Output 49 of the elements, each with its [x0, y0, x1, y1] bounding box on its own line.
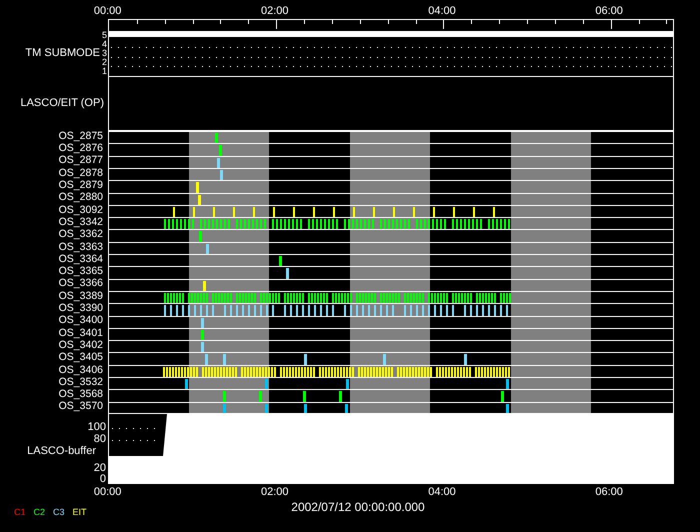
row-label: OS_3390 [58, 303, 103, 314]
axis-tick-label: 80 [94, 433, 106, 445]
submode-level-label: 3 [102, 48, 107, 58]
row-label: OS_2875 [58, 130, 103, 142]
submode-level-label: 2 [102, 58, 107, 66]
row-label: OS_2876 [58, 143, 103, 154]
legend-label: EIT [72, 508, 87, 516]
row-label: OS_3092 [58, 204, 103, 216]
row-label: OS_3365 [58, 266, 103, 277]
submode-level-label: 5 [102, 30, 107, 40]
axis-title: LASCO/EIT (OP) [20, 98, 104, 108]
row-label: OS_3364 [58, 254, 103, 264]
time-axis-label: 00:00 [92, 6, 122, 16]
row-label: OS_3400 [58, 315, 103, 326]
row-label: OS_2880 [58, 192, 103, 203]
row-label: OS_3405 [58, 352, 103, 363]
legend-label: C3 [53, 508, 65, 516]
row-label: OS_3362 [58, 229, 103, 240]
row-label: OS_3401 [58, 328, 103, 338]
time-axis-label: 04:00 [427, 6, 457, 16]
legend-label: C1 [14, 508, 26, 516]
row-label: OS_3363 [58, 242, 103, 252]
row-label: OS_2877 [58, 155, 103, 166]
time-axis-label: 04:00 [427, 486, 457, 498]
row-label: OS_3342 [58, 216, 103, 228]
row-label: OS_3402 [58, 340, 103, 350]
row-label: OS_3366 [58, 278, 103, 289]
time-axis-label: 00:00 [92, 486, 122, 498]
submode-level-label: 1 [102, 66, 107, 76]
row-label: OS_3406 [58, 364, 103, 376]
legend-label: C2 [34, 508, 46, 516]
row-label: OS_2879 [58, 180, 103, 191]
date-label: 2002/07/12 00:00:00.000 [291, 500, 425, 514]
row-label: OS_3389 [58, 290, 103, 302]
buffer-empty-region [109, 414, 167, 456]
row-label: OS_3532 [58, 376, 103, 388]
axis-tick-label: 20 [94, 462, 106, 474]
axis-tick-label: 0 [100, 474, 106, 484]
time-axis-label: 06:00 [594, 486, 624, 498]
time-axis-label: 02:00 [260, 486, 290, 498]
row-label: OS_3570 [58, 401, 103, 412]
axis-tick-label: 100 [88, 421, 106, 433]
row-label: OS_3568 [58, 389, 103, 400]
time-axis-label: 02:00 [260, 6, 290, 16]
submode-level-label: 4 [102, 40, 107, 48]
axis-title: TM SUBMODE [25, 48, 100, 58]
axis-title: LASCO-buffer [27, 445, 97, 457]
time-axis-label: 06:00 [594, 6, 624, 16]
row-label: OS_2878 [58, 168, 103, 178]
